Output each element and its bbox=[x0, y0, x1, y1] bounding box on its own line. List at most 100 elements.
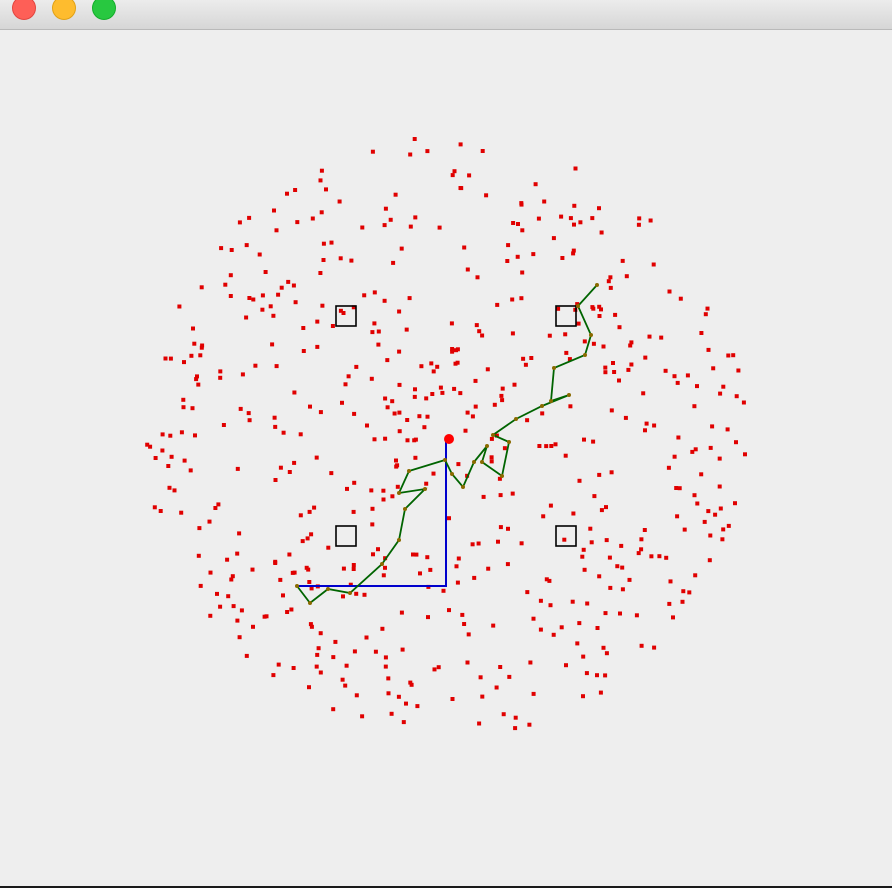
agent-waypoint bbox=[576, 304, 580, 308]
cloud-point bbox=[388, 217, 393, 222]
target-box bbox=[335, 525, 357, 547]
cloud-point bbox=[351, 509, 356, 514]
cloud-point bbox=[513, 715, 518, 720]
cloud-point bbox=[320, 303, 325, 308]
cloud-point bbox=[250, 567, 255, 572]
cloud-point bbox=[177, 304, 182, 309]
cloud-point bbox=[373, 649, 378, 654]
cloud-point bbox=[498, 525, 503, 530]
cloud-point bbox=[466, 632, 471, 637]
cloud-point bbox=[413, 215, 418, 220]
cloud-point bbox=[413, 455, 418, 460]
cloud-point bbox=[671, 615, 675, 620]
cloud-point bbox=[405, 438, 410, 443]
cloud-point bbox=[507, 674, 512, 679]
cloud-point bbox=[498, 493, 503, 498]
cloud-point bbox=[163, 356, 168, 361]
cloud-point bbox=[240, 372, 245, 377]
cloud-point bbox=[525, 418, 530, 423]
cloud-point bbox=[237, 220, 242, 225]
cloud-point bbox=[430, 392, 435, 396]
cloud-point bbox=[536, 216, 541, 221]
cloud-point bbox=[235, 618, 240, 623]
cloud-point bbox=[193, 433, 197, 438]
cloud-point bbox=[465, 267, 470, 272]
cloud-point bbox=[429, 361, 434, 366]
zoom-window-button[interactable] bbox=[92, 0, 116, 20]
cloud-point bbox=[620, 587, 625, 592]
cloud-point bbox=[702, 519, 707, 524]
cloud-point bbox=[597, 206, 601, 211]
cloud-point bbox=[424, 396, 429, 401]
cloud-point bbox=[465, 660, 470, 665]
cloud-point bbox=[639, 537, 644, 542]
cloud-point bbox=[491, 623, 496, 628]
cloud-point bbox=[547, 333, 552, 338]
agent-waypoint bbox=[461, 485, 465, 489]
cloud-point bbox=[360, 225, 365, 230]
cloud-point bbox=[713, 512, 718, 517]
cloud-point bbox=[404, 327, 409, 332]
cloud-point bbox=[726, 353, 731, 358]
cloud-point bbox=[172, 488, 177, 493]
cloud-point bbox=[588, 526, 593, 531]
cloud-point bbox=[376, 547, 380, 552]
minimize-window-button[interactable] bbox=[52, 0, 76, 20]
cloud-point bbox=[601, 344, 606, 349]
cloud-point bbox=[198, 353, 203, 358]
cloud-point bbox=[196, 382, 201, 387]
cloud-point bbox=[480, 694, 485, 699]
cloud-point bbox=[582, 437, 586, 442]
cloud-point bbox=[182, 458, 187, 463]
simulation-canvas[interactable] bbox=[0, 30, 892, 886]
cloud-point bbox=[333, 639, 338, 644]
cloud-point bbox=[733, 501, 737, 506]
cloud-point bbox=[218, 604, 223, 609]
cloud-point bbox=[519, 541, 524, 546]
cloud-point bbox=[643, 428, 647, 433]
cloud-point bbox=[364, 635, 369, 640]
cloud-point bbox=[707, 558, 712, 563]
cloud-point bbox=[564, 663, 568, 668]
cloud-point bbox=[521, 356, 526, 361]
cloud-point bbox=[179, 430, 184, 435]
agent-waypoint bbox=[491, 433, 495, 437]
cloud-point bbox=[564, 350, 569, 355]
cloud-point bbox=[405, 418, 410, 422]
cloud-point bbox=[613, 312, 618, 317]
cloud-point bbox=[595, 673, 599, 678]
cloud-point bbox=[489, 436, 494, 441]
cloud-point bbox=[273, 561, 278, 565]
cloud-point bbox=[726, 523, 731, 528]
cloud-point bbox=[512, 382, 517, 387]
cloud-point bbox=[531, 616, 536, 621]
cloud-point bbox=[548, 503, 553, 508]
cloud-point bbox=[578, 220, 583, 225]
cloud-point bbox=[609, 470, 614, 475]
cloud-point bbox=[595, 626, 600, 630]
window-titlebar bbox=[0, 0, 892, 30]
cloud-point bbox=[529, 356, 534, 360]
cloud-point bbox=[307, 580, 312, 584]
cloud-point bbox=[608, 275, 613, 280]
cloud-point bbox=[370, 149, 375, 154]
cloud-point bbox=[341, 566, 346, 571]
cloud-point bbox=[260, 307, 265, 312]
cloud-point bbox=[599, 230, 604, 235]
cloud-point bbox=[499, 393, 504, 398]
cloud-point bbox=[370, 506, 375, 511]
cloud-point bbox=[276, 662, 281, 667]
cloud-point bbox=[425, 555, 430, 560]
cloud-point bbox=[458, 142, 463, 147]
cloud-point bbox=[492, 402, 497, 407]
cloud-point bbox=[478, 675, 483, 680]
cloud-point bbox=[422, 425, 427, 430]
cloud-point bbox=[279, 285, 284, 290]
cloud-point bbox=[516, 222, 520, 226]
cloud-point bbox=[460, 612, 465, 617]
close-window-button[interactable] bbox=[12, 0, 36, 20]
cloud-point bbox=[682, 527, 687, 532]
cloud-point bbox=[606, 279, 611, 284]
cloud-point bbox=[166, 464, 171, 468]
cloud-point bbox=[505, 259, 510, 263]
